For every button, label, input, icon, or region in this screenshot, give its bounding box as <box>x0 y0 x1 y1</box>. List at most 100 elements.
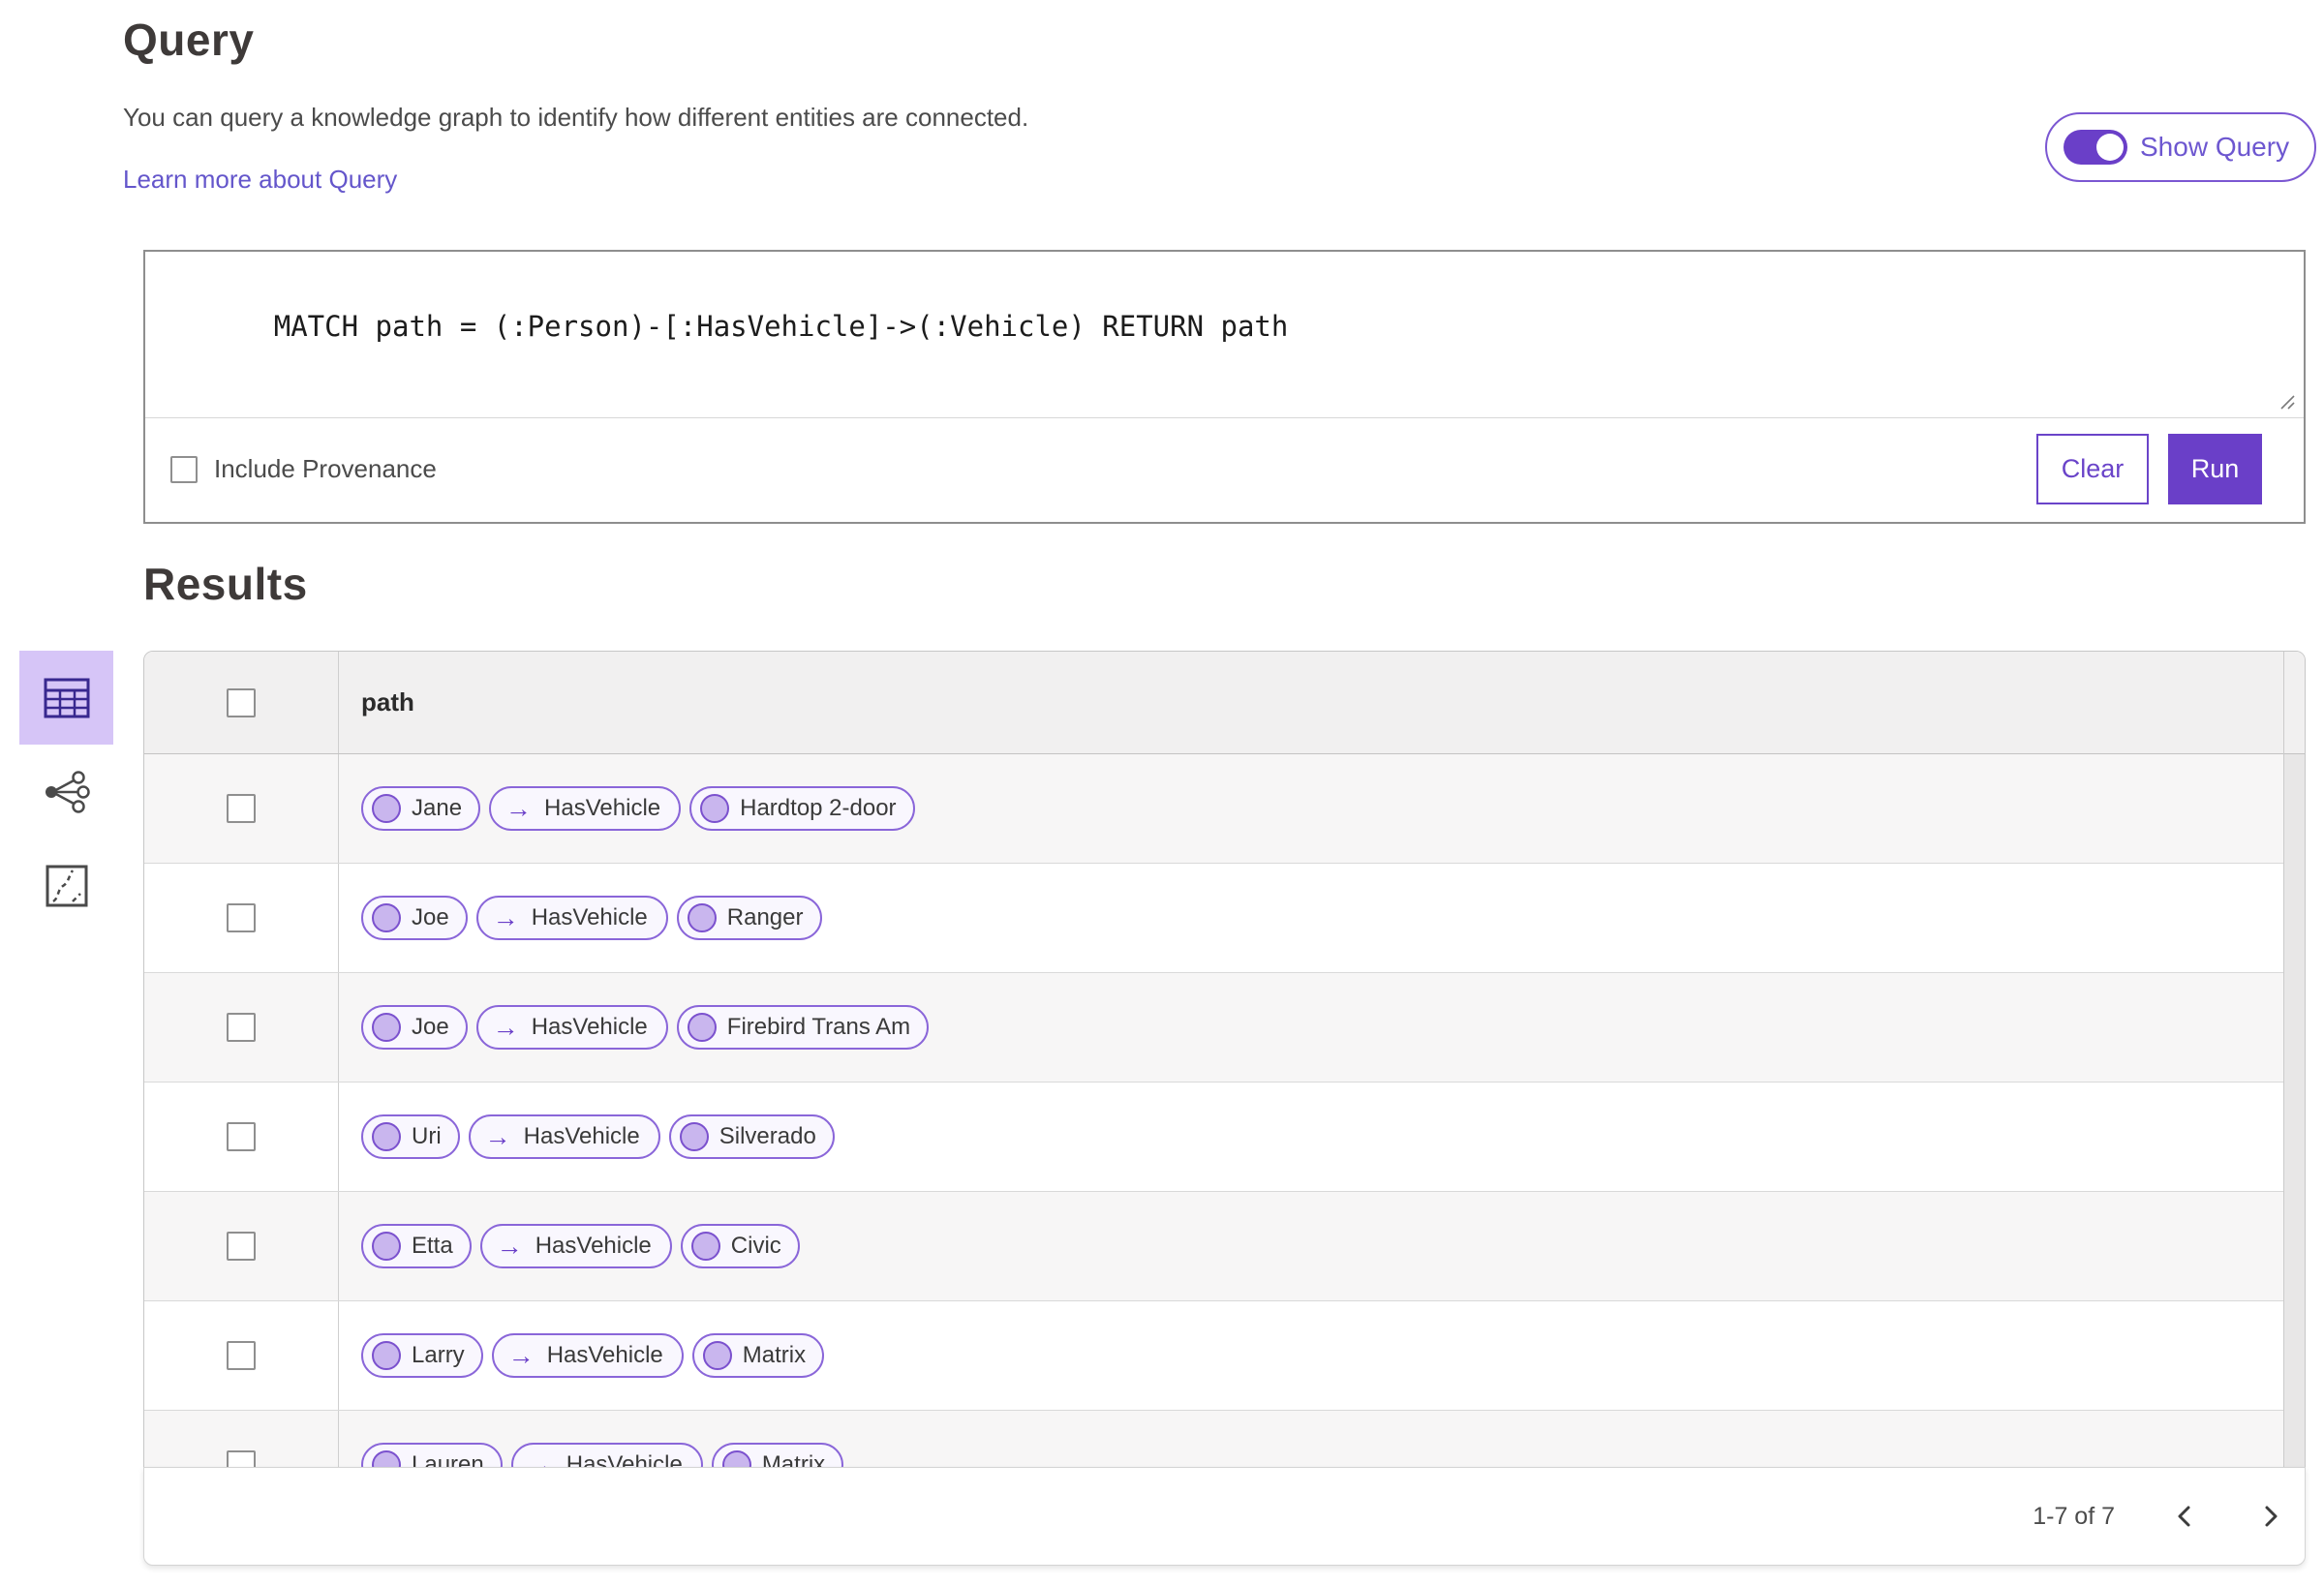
run-button[interactable]: Run <box>2168 434 2262 504</box>
table-icon <box>44 678 89 717</box>
pagination-range: 1-7 of 7 <box>2033 1502 2115 1530</box>
entity-pill[interactable]: Larry <box>361 1333 483 1378</box>
query-input[interactable]: MATCH path = (:Person)-[:HasVehicle]->(:… <box>145 252 2304 418</box>
relationship-pill[interactable]: → HasVehicle <box>475 1005 668 1050</box>
entity-pill[interactable]: Silverado <box>668 1114 835 1159</box>
relationship-pill[interactable]: → HasVehicle <box>491 1333 684 1378</box>
arrow-right-icon: → <box>507 1340 535 1370</box>
table-row: Larry → HasVehicle Matrix <box>144 1301 2305 1411</box>
page-title: Query <box>123 15 255 65</box>
map-icon <box>46 865 87 906</box>
entity-label: Joe <box>412 1014 449 1040</box>
entity-pill[interactable]: Ranger <box>676 896 822 940</box>
table-row: Etta → HasVehicle Civic <box>144 1192 2305 1301</box>
query-page: Query You can query a knowledge graph to… <box>0 0 2324 1586</box>
resize-handle-icon[interactable] <box>2278 393 2296 411</box>
entity-label: Hardtop 2-door <box>740 795 897 821</box>
entity-label: Ranger <box>726 904 804 930</box>
entity-pill[interactable]: Uri <box>361 1114 460 1159</box>
include-provenance-checkbox[interactable] <box>170 455 198 483</box>
relationship-label: HasVehicle <box>546 1342 663 1368</box>
entity-pill[interactable]: Joe <box>361 896 468 940</box>
arrow-right-icon: → <box>492 902 519 932</box>
node-circle-icon <box>372 1122 401 1151</box>
show-query-toggle-label: Show Query <box>2140 132 2290 162</box>
relationship-label: HasVehicle <box>535 1233 652 1259</box>
table-header-row: path <box>144 652 2305 754</box>
row-checkbox[interactable] <box>227 1341 256 1370</box>
node-circle-icon <box>372 1013 401 1042</box>
table-row: Jane → HasVehicle Hardtop 2-door <box>144 754 2305 864</box>
toggle-switch-icon <box>2064 130 2127 165</box>
node-circle-icon <box>372 1341 401 1370</box>
table-scrollbar[interactable] <box>2283 652 2305 1518</box>
chevron-left-icon <box>2178 1506 2190 1527</box>
relationship-label: HasVehicle <box>523 1123 640 1149</box>
relationship-label: HasVehicle <box>531 904 648 930</box>
node-circle-icon <box>687 1013 717 1042</box>
table-row: Joe → HasVehicle Firebird Trans Am <box>144 973 2305 1083</box>
node-circle-icon <box>679 1122 709 1151</box>
arrow-right-icon: → <box>496 1231 523 1261</box>
link-chart-icon <box>45 770 90 813</box>
include-provenance-label: Include Provenance <box>214 454 437 483</box>
query-panel: MATCH path = (:Person)-[:HasVehicle]->(:… <box>143 250 2306 524</box>
learn-more-link[interactable]: Learn more about Query <box>123 165 397 195</box>
entity-label: Uri <box>412 1123 442 1149</box>
entity-pill[interactable]: Jane <box>361 786 481 831</box>
row-checkbox[interactable] <box>227 903 256 932</box>
node-circle-icon <box>702 1341 732 1370</box>
entity-label: Civic <box>730 1233 781 1259</box>
arrow-right-icon: → <box>492 1012 519 1042</box>
relationship-label: HasVehicle <box>531 1014 648 1040</box>
entity-pill[interactable]: Firebird Trans Am <box>676 1005 930 1050</box>
table-row: Joe → HasVehicle Ranger <box>144 864 2305 973</box>
entity-label: Larry <box>412 1342 465 1368</box>
node-circle-icon <box>700 794 730 823</box>
entity-pill[interactable]: Etta <box>361 1224 472 1268</box>
link-chart-view-button[interactable] <box>19 745 113 839</box>
arrow-right-icon: → <box>484 1121 511 1151</box>
row-checkbox[interactable] <box>227 1122 256 1151</box>
path-column-header: path <box>361 687 414 717</box>
table-view-button[interactable] <box>19 651 113 745</box>
page-description: You can query a knowledge graph to ident… <box>123 103 1029 132</box>
query-buttons: Clear Run <box>2036 434 2262 504</box>
include-provenance-option: Include Provenance <box>170 454 437 484</box>
chevron-right-icon <box>2265 1506 2278 1527</box>
row-checkbox[interactable] <box>227 1232 256 1261</box>
toggle-knob <box>2096 134 2124 161</box>
arrow-right-icon: → <box>505 793 533 823</box>
show-query-toggle[interactable]: Show Query <box>2045 112 2317 182</box>
results-table: path Jane → HasVehicle Hardtop 2-door Jo… <box>143 651 2306 1519</box>
entity-pill[interactable]: Matrix <box>691 1333 825 1378</box>
node-circle-icon <box>372 794 401 823</box>
entity-pill[interactable]: Hardtop 2-door <box>689 786 915 831</box>
relationship-pill[interactable]: → HasVehicle <box>479 1224 672 1268</box>
entity-pill[interactable]: Civic <box>680 1224 800 1268</box>
entity-label: Joe <box>412 904 449 930</box>
row-checkbox[interactable] <box>227 1013 256 1042</box>
relationship-label: HasVehicle <box>544 795 661 821</box>
path-header-cell: path <box>339 652 2305 753</box>
select-all-checkbox[interactable] <box>227 687 256 717</box>
query-panel-footer: Include Provenance Clear Run <box>145 418 2304 520</box>
query-text: MATCH path = (:Person)-[:HasVehicle]->(:… <box>273 310 1289 343</box>
map-view-button[interactable] <box>19 839 113 932</box>
clear-button[interactable]: Clear <box>2036 434 2149 504</box>
results-title: Results <box>143 559 308 609</box>
pagination-next-button[interactable] <box>2254 1500 2287 1533</box>
entity-pill[interactable]: Joe <box>361 1005 468 1050</box>
relationship-pill[interactable]: → HasVehicle <box>475 896 668 940</box>
relationship-pill[interactable]: → HasVehicle <box>468 1114 660 1159</box>
table-row: Uri → HasVehicle Silverado <box>144 1083 2305 1192</box>
row-checkbox[interactable] <box>227 794 256 823</box>
node-circle-icon <box>372 1232 401 1261</box>
entity-label: Matrix <box>742 1342 807 1368</box>
select-all-cell <box>144 652 339 753</box>
pagination-prev-button[interactable] <box>2168 1500 2201 1533</box>
node-circle-icon <box>372 903 401 932</box>
relationship-pill[interactable]: → HasVehicle <box>489 786 682 831</box>
node-circle-icon <box>687 903 717 932</box>
entity-label: Firebird Trans Am <box>726 1014 911 1040</box>
